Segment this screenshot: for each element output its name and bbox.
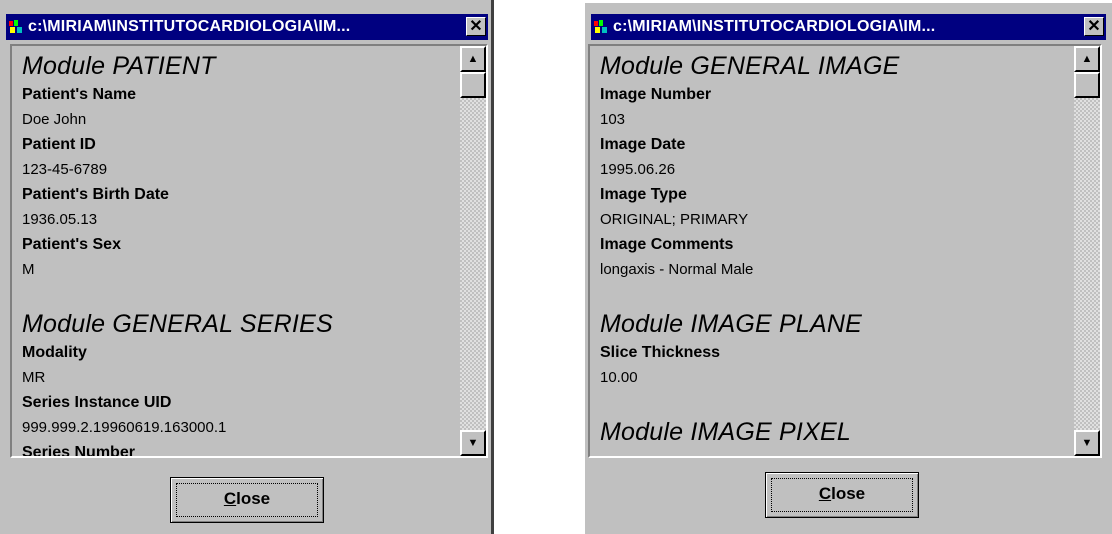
app-icon [594,20,607,33]
info-list: Module PATIENT Patient's Name Doe John P… [12,46,458,456]
close-button[interactable]: Close [765,472,919,518]
field-label: Image Comments [600,236,734,253]
vertical-scrollbar[interactable]: ▲ ▼ [1074,46,1100,456]
window-edge [491,0,494,534]
close-button-label: Close [818,484,866,503]
field-value: M [22,261,35,278]
module-heading: Module IMAGE PLANE [600,310,863,338]
field-label: Patient's Name [22,86,137,103]
field-label: Patient's Birth Date [22,186,169,203]
field-value: 999.999.2.19960619.163000.1 [22,419,227,436]
dicom-info-window-left: c:\MIRIAM\INSTITUTOCARDIOLOGIA\IM... ✕ M… [0,0,494,534]
module-heading: Module PATIENT [22,52,216,80]
field-label: Series Instance UID [22,394,172,411]
field-label: Image Type [600,186,687,203]
field-value: 103 [600,111,626,128]
scroll-thumb[interactable] [1074,72,1100,98]
field-label: Series Number [22,444,135,456]
field-label: Image Number [600,86,712,103]
field-label: Modality [22,344,87,361]
module-heading: Module GENERAL IMAGE [600,52,900,80]
close-icon[interactable]: ✕ [466,17,486,36]
close-button[interactable]: Close [170,477,324,523]
title-bar[interactable]: c:\MIRIAM\INSTITUTOCARDIOLOGIA\IM... ✕ [6,14,488,40]
field-label: Image Date [600,136,686,153]
info-panel[interactable]: Module GENERAL IMAGE Image Number 103 Im… [588,44,1102,458]
info-list: Module GENERAL IMAGE Image Number 103 Im… [590,46,1072,456]
scroll-up-icon[interactable]: ▲ [460,46,486,72]
vertical-scrollbar[interactable]: ▲ ▼ [460,46,486,456]
field-label: Patient's Sex [22,236,121,253]
field-label: Slice Thickness [600,344,721,361]
info-panel[interactable]: Module PATIENT Patient's Name Doe John P… [10,44,488,458]
field-value: 1936.05.13 [22,211,98,228]
title-bar[interactable]: c:\MIRIAM\INSTITUTOCARDIOLOGIA\IM... ✕ [591,14,1106,40]
field-value: 1995.06.26 [600,161,676,178]
scroll-up-icon[interactable]: ▲ [1074,46,1100,72]
field-value: Doe John [22,111,87,128]
scroll-thumb[interactable] [460,72,486,98]
field-value: longaxis - Normal Male [600,261,754,278]
dicom-info-window-right: c:\MIRIAM\INSTITUTOCARDIOLOGIA\IM... ✕ M… [585,3,1112,534]
scroll-down-icon[interactable]: ▼ [460,430,486,456]
window-title: c:\MIRIAM\INSTITUTOCARDIOLOGIA\IM... [28,18,351,35]
module-heading: Module GENERAL SERIES [22,310,333,338]
window-title: c:\MIRIAM\INSTITUTOCARDIOLOGIA\IM... [613,18,936,35]
app-icon [9,20,22,33]
field-value: MR [22,369,46,386]
field-value: ORIGINAL; PRIMARY [600,211,749,228]
field-value: 10.00 [600,369,638,386]
close-button-label: Close [223,489,271,508]
close-icon[interactable]: ✕ [1084,17,1104,36]
field-label: Patient ID [22,136,96,153]
field-value: 123-45-6789 [22,161,108,178]
module-heading: Module IMAGE PIXEL [600,418,851,446]
scroll-down-icon[interactable]: ▼ [1074,430,1100,456]
